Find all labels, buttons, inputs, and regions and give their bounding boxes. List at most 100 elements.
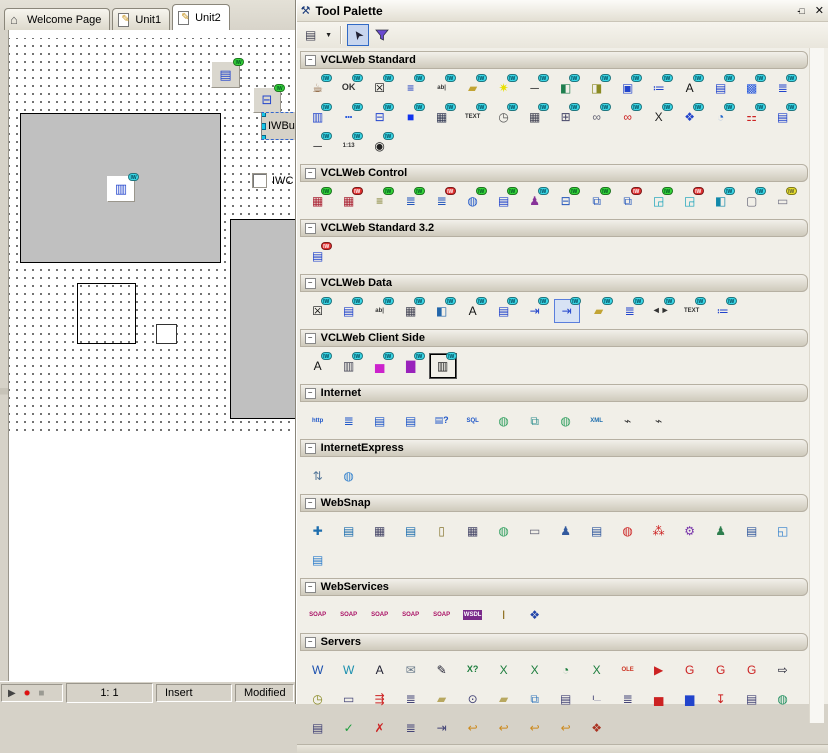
- selection-handle[interactable]: [261, 135, 266, 140]
- component-icon[interactable]: ▦IW: [399, 300, 423, 322]
- component-icon[interactable]: ↩: [554, 717, 578, 739]
- component-icon[interactable]: ▰: [492, 688, 516, 710]
- component-icon[interactable]: ▣IW: [616, 77, 640, 99]
- selection-handle[interactable]: [261, 112, 266, 117]
- component-icon[interactable]: ◍: [337, 465, 361, 487]
- component-icon[interactable]: ◍: [554, 410, 578, 432]
- component-icon[interactable]: AIW: [461, 300, 485, 322]
- component-icon[interactable]: TEXTIW: [461, 106, 485, 128]
- component-icon[interactable]: ┅IW: [337, 106, 361, 128]
- component-icon[interactable]: SOAP: [306, 604, 330, 626]
- nonvisual-component-icon[interactable]: ⊟IW: [253, 87, 281, 113]
- component-icon[interactable]: ▭: [523, 520, 547, 542]
- component-icon[interactable]: ⁂: [647, 520, 671, 542]
- collapse-icon[interactable]: −: [305, 55, 316, 66]
- tab-unit1[interactable]: ✎ Unit1: [112, 8, 170, 30]
- component-icon[interactable]: ◍IW: [461, 190, 485, 212]
- stop-icon[interactable]: ■: [38, 688, 44, 699]
- play-icon[interactable]: ▶: [8, 688, 16, 699]
- component-icon[interactable]: ∞IW: [585, 106, 609, 128]
- component-icon[interactable]: ⌁: [616, 410, 640, 432]
- component-icon[interactable]: ≣IW: [399, 190, 423, 212]
- component-icon[interactable]: ≣: [337, 410, 361, 432]
- filter-button[interactable]: [372, 25, 392, 45]
- component-icon[interactable]: ▅IW: [368, 355, 392, 377]
- category-header-vclweb-control[interactable]: −VCLWeb Control: [300, 164, 808, 182]
- component-icon[interactable]: ◱: [771, 520, 795, 542]
- component-icon[interactable]: ◧IW: [709, 190, 733, 212]
- component-icon[interactable]: ◲IW: [678, 190, 702, 212]
- component-icon[interactable]: XIW: [647, 106, 671, 128]
- form-designer[interactable]: ▥IW ▤IW ⊟IW IWBu IWC: [0, 30, 295, 681]
- component-icon[interactable]: ≣IW: [771, 77, 795, 99]
- component-icon[interactable]: ▇IW: [399, 355, 423, 377]
- small-rect-control[interactable]: [156, 324, 177, 344]
- iwcheckbox-control[interactable]: IWC: [252, 173, 293, 188]
- component-icon[interactable]: ▤: [337, 520, 361, 542]
- component-icon[interactable]: ▶: [647, 659, 671, 681]
- component-icon[interactable]: ⇥: [430, 717, 454, 739]
- component-icon[interactable]: ▤: [399, 410, 423, 432]
- tab-welcome-page[interactable]: ⌂ Welcome Page: [4, 8, 110, 30]
- collapse-icon[interactable]: −: [305, 223, 316, 234]
- component-icon[interactable]: XML: [585, 410, 609, 432]
- tab-unit2[interactable]: ✎ Unit2: [172, 4, 230, 30]
- component-icon[interactable]: ♟IW: [523, 190, 547, 212]
- component-icon[interactable]: ▦IW: [523, 106, 547, 128]
- component-icon[interactable]: ✷IW: [492, 77, 516, 99]
- component-icon[interactable]: ☕IW: [306, 77, 330, 99]
- component-icon[interactable]: SQL: [461, 410, 485, 432]
- component-icon[interactable]: ↧: [709, 688, 733, 710]
- component-icon[interactable]: ◷IW: [492, 106, 516, 128]
- component-icon[interactable]: ▥IW: [430, 354, 456, 378]
- component-icon[interactable]: ◨IW: [585, 77, 609, 99]
- component-icon[interactable]: ✗: [368, 717, 392, 739]
- component-icon[interactable]: AIW: [306, 355, 330, 377]
- category-header-websnap[interactable]: −WebSnap: [300, 494, 808, 512]
- component-icon[interactable]: ⧉: [523, 688, 547, 710]
- component-icon[interactable]: ◍: [492, 520, 516, 542]
- component-icon[interactable]: ▤IW: [337, 300, 361, 322]
- component-icon[interactable]: ▭IW: [771, 190, 795, 212]
- component-icon[interactable]: ab|IW: [368, 300, 392, 322]
- component-icon[interactable]: ⇥IW: [523, 300, 547, 322]
- component-icon[interactable]: ≣: [616, 688, 640, 710]
- component-icon[interactable]: SOAP: [430, 604, 454, 626]
- component-icon[interactable]: ▰: [430, 688, 454, 710]
- component-icon[interactable]: ▆: [678, 688, 702, 710]
- component-icon[interactable]: ⊙: [461, 688, 485, 710]
- component-icon[interactable]: I: [492, 604, 516, 626]
- nonvisual-component-icon[interactable]: ▤IW: [211, 61, 240, 88]
- component-icon[interactable]: ▤: [740, 688, 764, 710]
- component-icon[interactable]: ☒IW: [306, 300, 330, 322]
- component-icon[interactable]: ↩: [461, 717, 485, 739]
- component-icon[interactable]: ▤: [368, 410, 392, 432]
- palette-scroll-area[interactable]: [809, 48, 824, 723]
- component-icon[interactable]: ⇥IW: [554, 299, 580, 323]
- component-icon[interactable]: SOAP: [368, 604, 392, 626]
- component-icon[interactable]: ▤IW: [771, 106, 795, 128]
- component-icon[interactable]: OKIW: [337, 77, 361, 99]
- component-icon[interactable]: WSDL: [461, 604, 485, 626]
- collapse-icon[interactable]: −: [305, 582, 316, 593]
- component-icon[interactable]: ◔IW: [709, 106, 733, 128]
- component-icon[interactable]: ≣IW: [618, 300, 642, 322]
- component-icon[interactable]: ⊞IW: [554, 106, 578, 128]
- component-icon[interactable]: ♟: [709, 520, 733, 542]
- component-icon[interactable]: ▤IW: [492, 190, 516, 212]
- category-header-vclweb-standard-3-2[interactable]: −VCLWeb Standard 3.2: [300, 219, 808, 237]
- component-icon[interactable]: ⇨: [771, 659, 795, 681]
- component-icon[interactable]: SOAP: [399, 604, 423, 626]
- component-icon[interactable]: ▅: [647, 688, 671, 710]
- component-icon[interactable]: ▦IW: [430, 106, 454, 128]
- category-header-vclweb-client-side[interactable]: −VCLWeb Client Side: [300, 329, 808, 347]
- component-icon[interactable]: ◄►IW: [649, 300, 673, 322]
- component-icon[interactable]: SOAP: [337, 604, 361, 626]
- checkbox-icon[interactable]: [252, 173, 267, 188]
- component-icon[interactable]: ⧉IW: [616, 190, 640, 212]
- component-icon[interactable]: A: [368, 659, 392, 681]
- component-icon[interactable]: ↩: [523, 717, 547, 739]
- component-icon[interactable]: ▦: [461, 520, 485, 542]
- category-header-internet[interactable]: −Internet: [300, 384, 808, 402]
- pin-icon[interactable]: -□: [797, 6, 803, 16]
